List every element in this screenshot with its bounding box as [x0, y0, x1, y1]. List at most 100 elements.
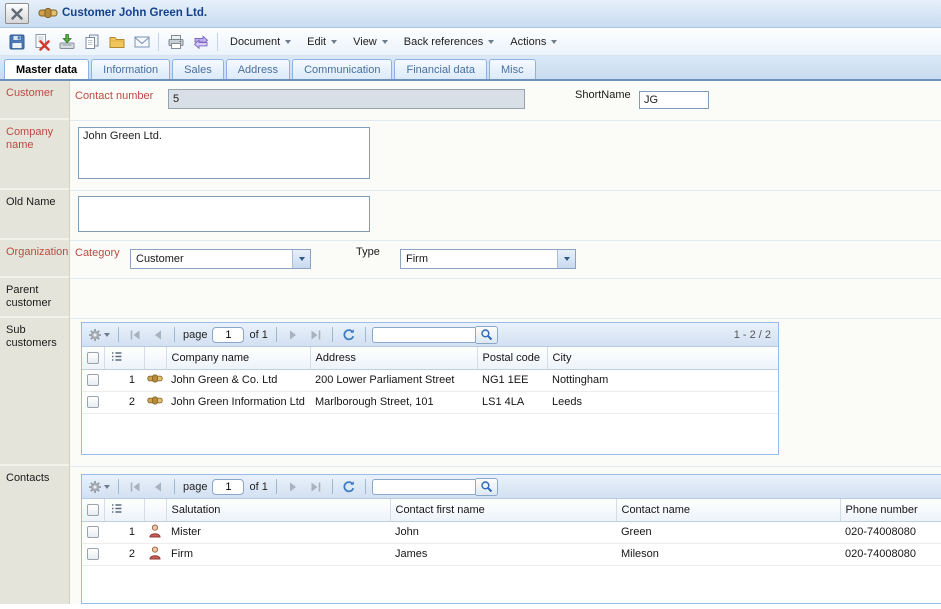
- type-select[interactable]: Firm: [400, 249, 576, 269]
- contact-row[interactable]: 2 Firm James Mileson 020-74008080: [82, 543, 941, 565]
- sidebar-label-parent-customer: Parent customer: [0, 278, 69, 318]
- open-folder-button[interactable]: [104, 30, 129, 53]
- sub-customers-header-row: Company name Address Postal code City: [82, 347, 778, 369]
- post-button[interactable]: [54, 30, 79, 53]
- row-checkbox[interactable]: [87, 396, 99, 408]
- grid-search-input[interactable]: [372, 479, 476, 495]
- column-header-postal-code[interactable]: Postal code: [477, 347, 547, 369]
- row-checkbox[interactable]: [87, 374, 99, 386]
- type-label: Type: [356, 246, 380, 258]
- list-icon: [110, 350, 123, 363]
- delete-button[interactable]: [29, 30, 54, 53]
- combo-trigger-button[interactable]: [292, 250, 310, 268]
- tab-information[interactable]: Information: [91, 59, 170, 81]
- mail-button[interactable]: [129, 30, 154, 53]
- row-separator: [70, 466, 941, 467]
- chevron-down-icon: [331, 40, 337, 44]
- old-name-textarea[interactable]: [78, 196, 370, 232]
- tab-master-data[interactable]: Master data: [4, 59, 89, 81]
- rownum-header: [104, 347, 144, 369]
- column-header-contact-first-name[interactable]: Contact first name: [390, 499, 616, 521]
- customer-icon: [144, 391, 166, 413]
- list-icon: [110, 502, 123, 515]
- pager-separator: [118, 479, 119, 494]
- form-sidebar: Customer Company name Old Name Organizat…: [0, 81, 70, 604]
- save-button[interactable]: [4, 30, 29, 53]
- mail-icon: [133, 33, 151, 51]
- sub-customer-row[interactable]: 2 John Green Information Ltd Marlborough…: [82, 391, 778, 413]
- select-all-checkbox[interactable]: [87, 504, 99, 516]
- next-page-button[interactable]: [283, 478, 303, 496]
- grid-search-button[interactable]: [476, 326, 498, 344]
- prev-page-button[interactable]: [148, 326, 168, 344]
- column-header-company-name[interactable]: Company name: [166, 347, 310, 369]
- tab-sales[interactable]: Sales: [172, 59, 224, 81]
- select-all-header: [82, 347, 104, 369]
- copy-button[interactable]: [79, 30, 104, 53]
- next-page-icon: [287, 329, 299, 341]
- company-name-textarea[interactable]: John Green Ltd.: [78, 127, 370, 179]
- contacts-grid-toolbar: page of 1: [82, 475, 941, 499]
- tab-financial-data[interactable]: Financial data: [394, 59, 487, 81]
- grid-search-input[interactable]: [372, 327, 476, 343]
- menu-edit[interactable]: Edit: [299, 32, 345, 52]
- tab-communication[interactable]: Communication: [292, 59, 392, 81]
- row-checkbox[interactable]: [87, 526, 99, 538]
- pager-separator: [332, 327, 333, 342]
- page-number-input[interactable]: [212, 479, 244, 495]
- print-button[interactable]: [163, 30, 188, 53]
- cell-contact-name: Mileson: [616, 543, 840, 565]
- grid-settings-button[interactable]: [86, 326, 112, 344]
- cell-address: Marlborough Street, 101: [310, 391, 477, 413]
- sub-customers-grid-toolbar: page of 1 1 - 2 /: [82, 323, 778, 347]
- grid-settings-button[interactable]: [86, 478, 112, 496]
- column-header-contact-name[interactable]: Contact name: [616, 499, 840, 521]
- menu-actions[interactable]: Actions: [502, 32, 565, 52]
- combo-trigger-button[interactable]: [557, 250, 575, 268]
- last-page-button[interactable]: [306, 326, 326, 344]
- refresh-icon: [342, 328, 356, 342]
- sub-customer-row[interactable]: 1 John Green & Co. Ltd 200 Lower Parliam…: [82, 369, 778, 391]
- column-header-salutation[interactable]: Salutation: [166, 499, 390, 521]
- grid-search-button[interactable]: [476, 478, 498, 496]
- row-checkbox[interactable]: [87, 548, 99, 560]
- chevron-down-icon: [285, 40, 291, 44]
- chevron-down-icon: [104, 485, 110, 489]
- window-title: Customer John Green Ltd.: [62, 0, 207, 27]
- column-header-phone-number[interactable]: Phone number: [840, 499, 941, 521]
- menu-document[interactable]: Document: [222, 32, 299, 52]
- page-number-input[interactable]: [212, 327, 244, 343]
- menu-back-references[interactable]: Back references: [396, 32, 502, 52]
- close-button[interactable]: [5, 3, 29, 24]
- chevron-down-icon: [551, 40, 557, 44]
- contact-number-field[interactable]: 5: [168, 89, 525, 109]
- sidebar-label-sub-customers: Sub customers: [0, 318, 69, 466]
- refresh-button[interactable]: [339, 326, 359, 344]
- select-all-checkbox[interactable]: [87, 352, 99, 364]
- first-page-button[interactable]: [125, 326, 145, 344]
- menu-view[interactable]: View: [345, 32, 396, 52]
- cell-postal-code: NG1 1EE: [477, 369, 547, 391]
- sidebar-label-old-name: Old Name: [0, 190, 69, 240]
- window-titlebar: Customer John Green Ltd.: [0, 0, 941, 28]
- column-header-address[interactable]: Address: [310, 347, 477, 369]
- contact-row[interactable]: 1 Mister John Green 020-74008080: [82, 521, 941, 543]
- cell-phone-number: 020-74008080: [840, 521, 941, 543]
- last-page-button[interactable]: [306, 478, 326, 496]
- tab-misc[interactable]: Misc: [489, 59, 536, 81]
- refresh-button[interactable]: [339, 478, 359, 496]
- transfer-button[interactable]: [188, 30, 213, 53]
- sidebar-label-customer: Customer: [0, 81, 69, 120]
- tab-address[interactable]: Address: [226, 59, 290, 81]
- first-page-button[interactable]: [125, 478, 145, 496]
- category-select[interactable]: Customer: [130, 249, 311, 269]
- shortname-input[interactable]: [639, 91, 709, 109]
- gear-icon: [88, 480, 102, 494]
- column-header-city[interactable]: City: [547, 347, 778, 369]
- next-page-button[interactable]: [283, 326, 303, 344]
- toolbar-separator: [217, 33, 218, 51]
- prev-page-button[interactable]: [148, 478, 168, 496]
- cell-company-name: John Green Information Ltd: [166, 391, 310, 413]
- pager-separator: [174, 479, 175, 494]
- pager-separator: [332, 479, 333, 494]
